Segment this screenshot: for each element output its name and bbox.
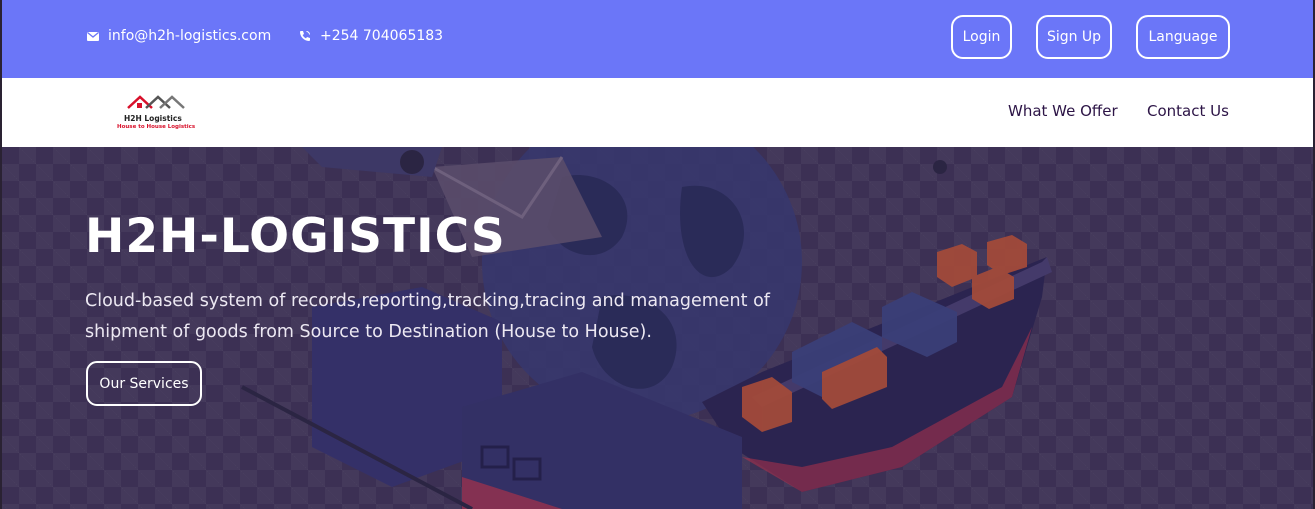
logo-title: H2H Logistics xyxy=(124,114,182,123)
our-services-button[interactable]: Our Services xyxy=(86,361,202,406)
logo-houses-icon xyxy=(127,95,185,109)
email-text: info@h2h-logistics.com xyxy=(108,28,272,44)
hero-description: Cloud-based system of records,reporting,… xyxy=(85,291,770,342)
mail-icon xyxy=(86,29,100,43)
phone-contact[interactable]: +254 704065183 xyxy=(298,28,443,44)
phone-text: +254 704065183 xyxy=(320,28,444,44)
hero-title: H2H-LOGISTICS xyxy=(85,209,506,264)
sign-up-button[interactable]: Sign Up xyxy=(1036,15,1112,59)
language-button[interactable]: Language xyxy=(1136,15,1230,59)
email-contact[interactable]: info@h2h-logistics.com xyxy=(86,28,271,44)
nav-what-we-offer[interactable]: What We Offer xyxy=(1008,102,1118,120)
login-button[interactable]: Login xyxy=(951,15,1012,59)
brand-logo[interactable]: H2H Logistics House to House Logistics xyxy=(114,94,196,134)
nav-contact-us[interactable]: Contact Us xyxy=(1147,102,1229,120)
hero-section: H2H-LOGISTICS Cloud-based system of reco… xyxy=(2,147,1313,509)
phone-icon xyxy=(298,29,312,43)
logo-tagline: House to House Logistics xyxy=(117,124,196,130)
main-navbar: H2H Logistics House to House Logistics W… xyxy=(2,78,1313,147)
top-bar: info@h2h-logistics.com +254 704065183 Lo… xyxy=(2,0,1313,78)
